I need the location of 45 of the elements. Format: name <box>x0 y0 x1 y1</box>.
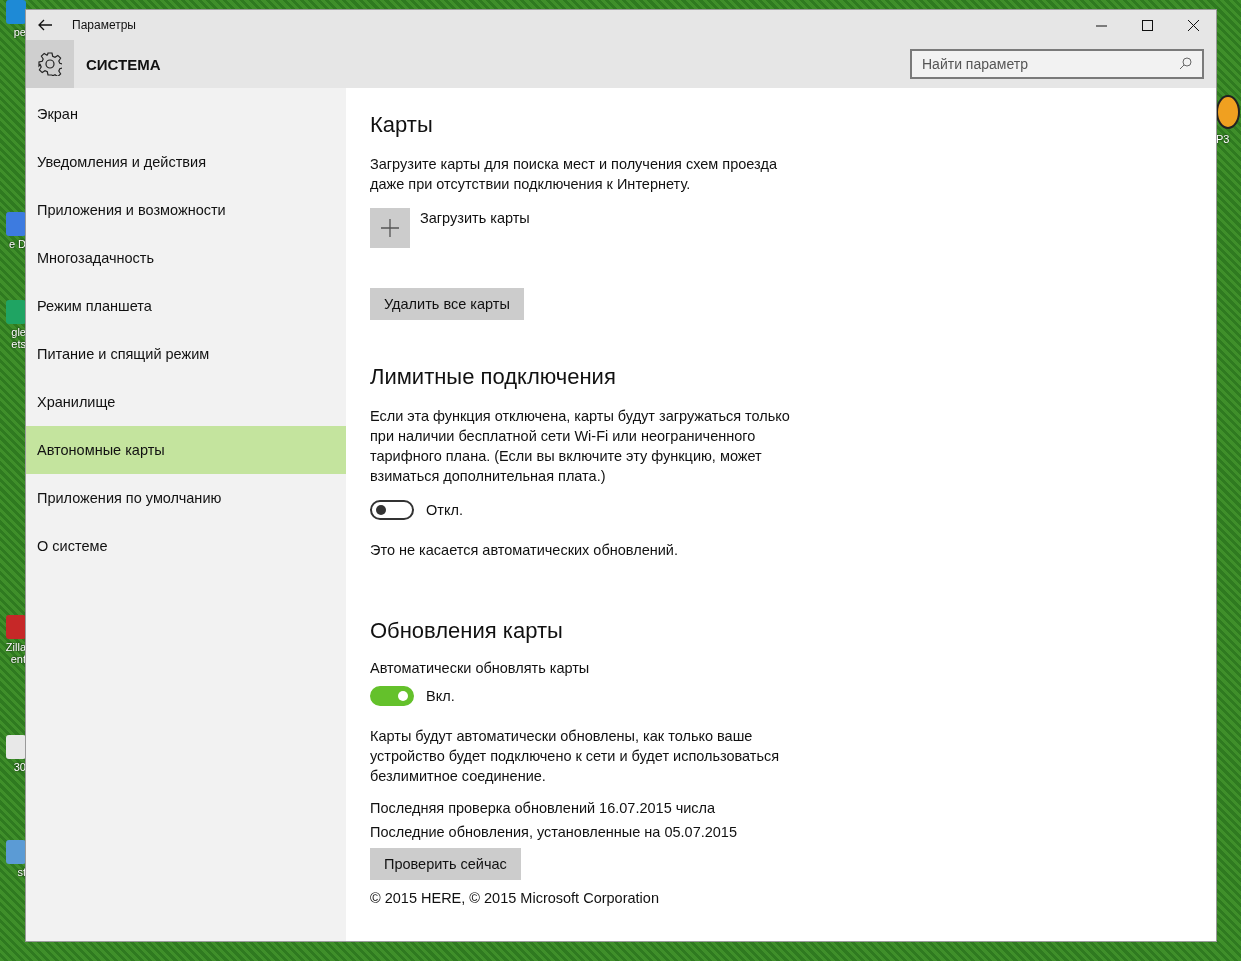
sidebar-item[interactable]: Экран <box>26 90 346 138</box>
section-heading: Обновления карты <box>370 618 564 644</box>
description-text: Если эта функция отключена, карты будут загружаться только при наличии бесплатной сети Wi-Fi или неограниченного тарифного плана. (Если вы включите эту функцию, может взиматься дополнительная плата.) <box>370 407 791 486</box>
toggle-state-text: Откл. <box>426 502 463 518</box>
sidebar-item[interactable]: Режим планшета <box>26 282 346 330</box>
toggle-switch[interactable] <box>370 500 414 520</box>
desktop-icon-label: ets <box>11 338 26 350</box>
setting-label: Автоматически обновлять карты <box>370 660 591 676</box>
desktop-icon-label: pe <box>13 26 26 38</box>
description-text: Это не касается автоматических обновлений. <box>370 541 679 560</box>
close-icon <box>1187 19 1199 31</box>
info-text: Последние обновления, установленные на 05.07.2015 <box>370 824 738 840</box>
add-button[interactable] <box>370 208 410 248</box>
back-arrow-icon[interactable] <box>38 19 52 31</box>
desktop-icon-label: e D <box>8 238 26 250</box>
toggle-switch[interactable] <box>370 686 414 706</box>
add-label: Загрузить карты <box>420 210 530 226</box>
maximize-icon <box>1141 19 1153 31</box>
section-heading: Лимитные подключения <box>370 364 617 390</box>
search-field[interactable]: Найти параметр <box>910 49 1204 79</box>
search-icon <box>1179 57 1192 70</box>
sidebar-item[interactable]: Уведомления и действия <box>26 138 346 186</box>
desktop-icon-label: gle <box>11 326 26 338</box>
sidebar-item[interactable]: О системе <box>26 522 346 570</box>
plus-icon <box>381 219 399 237</box>
window-title: Параметры <box>72 18 137 32</box>
desktop-icon-label: P3 <box>1216 133 1230 145</box>
desktop-app-icon[interactable] <box>1216 95 1240 129</box>
settings-icon <box>38 52 62 76</box>
action-button[interactable]: Проверить сейчас <box>370 848 521 880</box>
desktop-icon-label: 30 <box>13 761 26 773</box>
info-text: Последняя проверка обновлений 16.07.2015 числа <box>370 800 717 816</box>
sidebar-item[interactable]: Приложения по умолчанию <box>26 474 346 522</box>
sidebar-item[interactable]: Многозадачность <box>26 234 346 282</box>
desktop-icon-label: Zilla <box>5 641 26 653</box>
sidebar-item[interactable]: Питание и спящий режим <box>26 330 346 378</box>
sidebar-item[interactable]: Автономные карты <box>26 426 346 474</box>
action-button[interactable]: Удалить все карты <box>370 288 524 320</box>
sidebar-item[interactable]: Приложения и возможности <box>26 186 346 234</box>
description-text: Загрузите карты для поиска мест и получения схем проезда даже при отсутствии подключения к Интернету. <box>370 155 778 194</box>
section-title: СИСТЕМА <box>86 55 162 73</box>
sidebar-item[interactable]: Хранилище <box>26 378 346 426</box>
description-text: Карты будут автоматически обновлены, как только ваше устройство будет подключено к сети и будет использоваться безлимитное соединение. <box>370 727 781 786</box>
section-heading: Карты <box>370 112 434 138</box>
toggle-state-text: Вкл. <box>426 688 455 704</box>
